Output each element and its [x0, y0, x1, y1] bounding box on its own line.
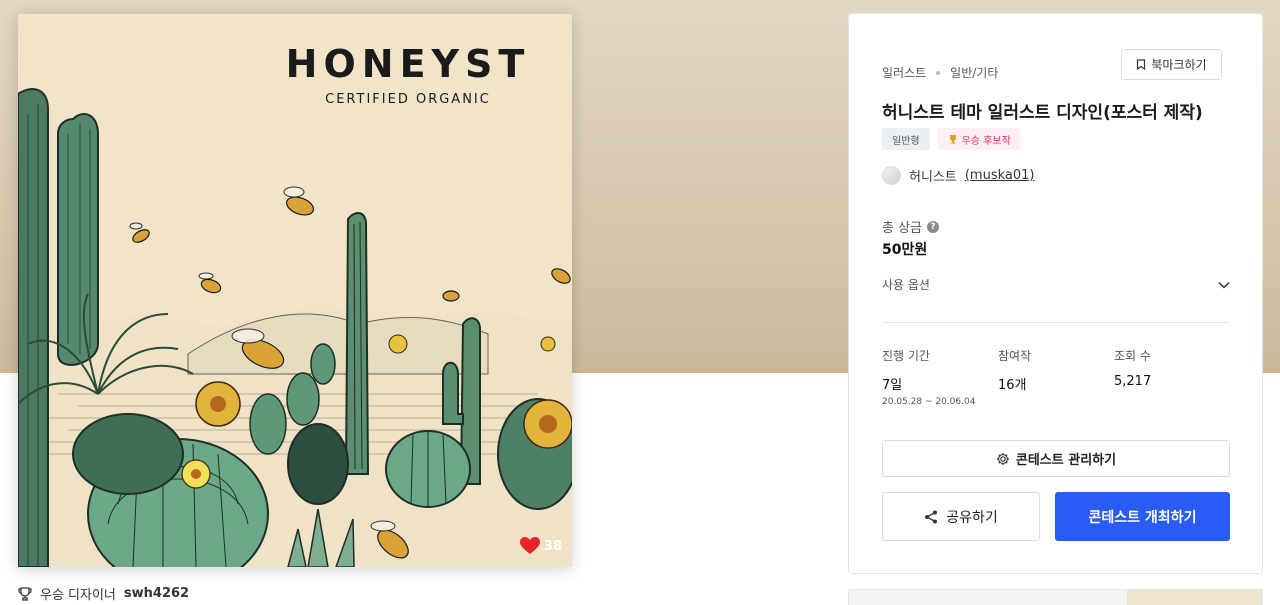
stat-duration-value: 7일 — [882, 378, 903, 393]
divider — [882, 322, 1230, 323]
stat-duration-range: 20.05.28 ~ 20.06.04 — [882, 397, 976, 407]
contest-tags: 일반형 우승 후보작 — [882, 128, 1021, 150]
prize-label-row: 총 상금 ? — [882, 217, 940, 236]
trophy-icon — [949, 135, 956, 144]
host-info[interactable]: 허니스트 (muska01) — [882, 166, 1034, 185]
stat-participants-label: 참여작 — [998, 349, 1032, 363]
tag-type: 일반형 — [882, 128, 930, 150]
tag-candidate-label: 우승 후보작 — [961, 135, 1011, 147]
breadcrumb-subcategory[interactable]: 일반/기타 — [950, 64, 998, 81]
bookmark-icon — [1137, 59, 1146, 70]
winner-name[interactable]: swh4262 — [124, 586, 189, 601]
help-icon[interactable]: ? — [927, 220, 940, 233]
avatar — [882, 166, 901, 185]
breadcrumb-category[interactable]: 일러스트 — [882, 64, 926, 81]
prize-label: 총 상금 — [882, 221, 923, 236]
stat-duration: 진행 기간 7일 20.05.28 ~ 20.06.04 — [882, 347, 975, 407]
like-count: 38 — [543, 538, 562, 554]
prize-value: 50만원 — [882, 242, 928, 258]
related-card[interactable] — [848, 589, 1263, 605]
tag-candidate: 우승 후보작 — [937, 128, 1021, 150]
contest-title: 허니스트 테마 일러스트 디자인(포스터 제작) — [882, 103, 1203, 123]
trophy-icon — [18, 586, 32, 601]
stat-participants: 참여작 16개 — [998, 347, 1031, 393]
share-label: 공유하기 — [946, 509, 998, 526]
gear-icon — [996, 452, 1009, 465]
share-button[interactable]: 공유하기 — [882, 492, 1040, 541]
stat-views-label: 조회 수 — [1114, 349, 1151, 363]
winner-designer: 우승 디자이너 swh4262 — [18, 584, 189, 603]
manage-contest-button[interactable]: 콘테스트 관리하기 — [882, 440, 1230, 477]
stat-duration-label: 진행 기간 — [882, 349, 930, 363]
usage-options-toggle[interactable]: 사용 옵션 — [882, 276, 1230, 293]
share-icon — [925, 510, 938, 523]
breadcrumb-separator — [936, 70, 941, 75]
stat-participants-value: 16개 — [998, 378, 1027, 393]
contest-info-panel: 일러스트 일반/기타 북마크하기 허니스트 테마 일러스트 디자인(포스터 제작… — [848, 13, 1263, 574]
like-counter[interactable]: 38 — [519, 537, 562, 555]
poster-brand-tagline: CERTIFIED ORGANIC — [325, 92, 491, 107]
bookmark-label: 북마크하기 — [1151, 58, 1207, 72]
usage-options-label: 사용 옵션 — [882, 278, 930, 292]
poster-brand-title: HONEYST — [285, 42, 531, 86]
winner-label: 우승 디자이너 — [40, 588, 116, 603]
stat-views: 조회 수 5,217 — [1114, 347, 1151, 389]
host-name: 허니스트 — [909, 170, 957, 185]
chevron-down-icon — [1218, 281, 1230, 289]
related-card-thumbnail — [1127, 590, 1262, 605]
heart-icon — [519, 537, 540, 554]
manage-contest-label: 콘테스트 관리하기 — [1015, 453, 1117, 468]
host-contest-button[interactable]: 콘테스트 개최하기 — [1055, 492, 1230, 541]
stat-views-value: 5,217 — [1114, 374, 1152, 389]
poster-image[interactable]: HONEYST CERTIFIED ORGANIC 38 — [18, 14, 572, 567]
bookmark-button[interactable]: 북마크하기 — [1121, 49, 1222, 80]
breadcrumb: 일러스트 일반/기타 — [882, 64, 998, 81]
host-handle[interactable]: (muska01) — [965, 168, 1035, 183]
